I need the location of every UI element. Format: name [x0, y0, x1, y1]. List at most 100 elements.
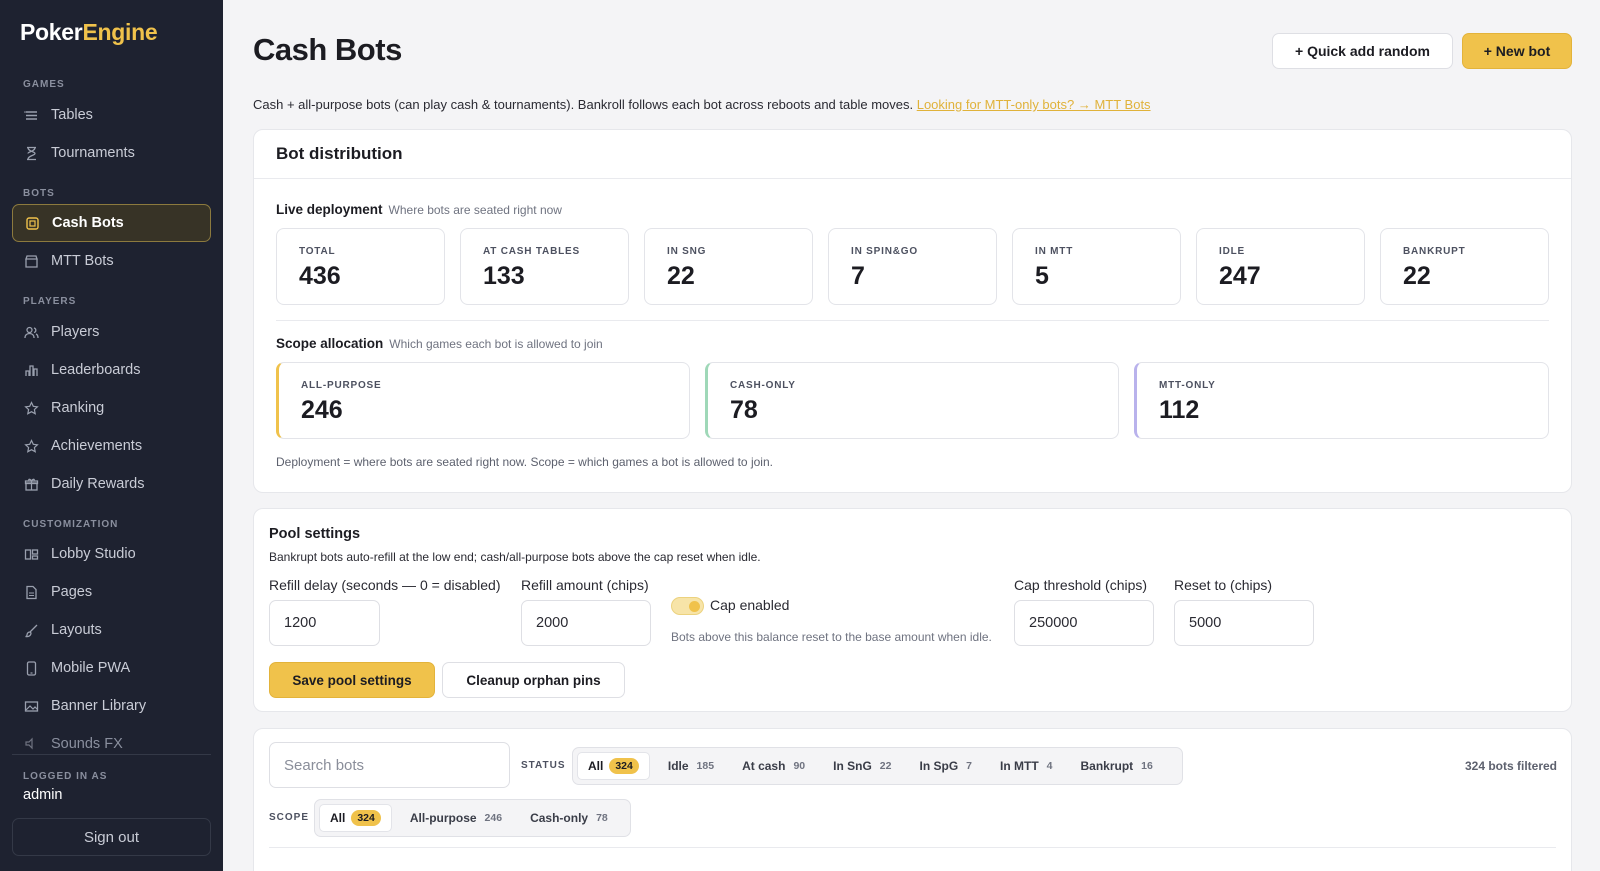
sign-out-button[interactable]: Sign out [12, 818, 211, 856]
cap-hint: Bots above this balance reset to the bas… [671, 630, 992, 644]
stat-value: 22 [1403, 262, 1431, 290]
sidebar-item-label: Ranking [51, 400, 105, 416]
scope-label: CASH-ONLY [730, 380, 796, 391]
reset-to-input[interactable]: 5000 [1174, 600, 1314, 646]
save-pool-settings-button[interactable]: Save pool settings [269, 662, 435, 698]
gift-icon [24, 477, 39, 492]
page-title: Cash Bots [253, 32, 402, 67]
box-icon [24, 254, 39, 269]
sidebar-item-label: MTT Bots [51, 253, 114, 269]
status-filter-in-spg[interactable]: In SpG 7 [909, 752, 982, 780]
sidebar-item-lobby-studio[interactable]: Lobby Studio [12, 535, 211, 573]
stat-value: 7 [851, 262, 865, 290]
new-bot-button[interactable]: + New bot [1462, 33, 1572, 69]
sidebar-item-mtt-bots[interactable]: MTT Bots [12, 242, 211, 280]
intro-description: Cash + all-purpose bots (can play cash &… [253, 97, 914, 112]
status-filter-at-cash[interactable]: At cash 90 [732, 752, 815, 780]
sidebar-item-tournaments[interactable]: Tournaments [12, 134, 211, 172]
logged-in-user: admin [23, 787, 63, 803]
bot-distribution-title: Bot distribution [276, 144, 403, 163]
sidebar: PokerEngine GAMES Tables Tournaments BOT… [0, 0, 223, 871]
quick-add-random-button[interactable]: + Quick add random [1272, 33, 1453, 69]
filter-label: Cash-only [530, 811, 589, 825]
sidebar-item-leaderboards[interactable]: Leaderboards [12, 351, 211, 389]
sound-icon [24, 736, 39, 751]
sidebar-item-label: Banner Library [51, 698, 147, 714]
refill-amount-input[interactable]: 2000 [521, 600, 651, 646]
document-icon [24, 585, 39, 600]
brand-logo[interactable]: PokerEngine [20, 19, 158, 46]
cap-threshold-input[interactable]: 250000 [1014, 600, 1154, 646]
sidebar-item-label: Players [51, 324, 100, 340]
sidebar-item-label: Layouts [51, 622, 102, 638]
status-filter-idle[interactable]: Idle 185 [658, 752, 724, 780]
list-icon [24, 108, 39, 123]
scope-label: ALL-PURPOSE [301, 380, 382, 391]
filter-label: Bankrupt [1080, 759, 1134, 773]
cap-enabled-toggle[interactable] [671, 597, 704, 615]
sidebar-item-players[interactable]: Players [12, 313, 211, 351]
filter-count: 7 [966, 760, 972, 772]
scope-filter-group: All 324 All-purpose 246 Cash-only 78 [314, 799, 631, 837]
chip-icon [25, 216, 40, 231]
star-icon [24, 400, 39, 416]
stat-label: IN MTT [1035, 246, 1074, 257]
refill-amount-label: Refill amount (chips) [521, 577, 649, 593]
status-filter-in-sng[interactable]: In SnG 22 [823, 752, 901, 780]
sidebar-item-achievements[interactable]: Achievements [12, 427, 211, 465]
filter-count: 16 [1141, 760, 1153, 772]
filter-label: All-purpose [409, 811, 477, 825]
mtt-bots-link[interactable]: Looking for MTT-only bots? → MTT Bots [917, 97, 1151, 112]
status-filter-bankrupt[interactable]: Bankrupt 16 [1071, 752, 1163, 780]
card-divider [254, 178, 1571, 179]
refill-delay-input[interactable]: 1200 [269, 600, 380, 646]
sidebar-item-label: Sounds FX [51, 736, 123, 751]
sidebar-item-label: Pages [51, 584, 93, 600]
users-icon [24, 325, 39, 340]
sidebar-item-tables[interactable]: Tables [12, 96, 211, 134]
toggle-knob [689, 601, 700, 612]
sidebar-item-banner-library[interactable]: Banner Library [12, 687, 211, 725]
sidebar-item-sounds-fx[interactable]: Sounds FX [12, 734, 211, 751]
sidebar-item-daily-rewards[interactable]: Daily Rewards [12, 465, 211, 503]
live-deployment-subtitle: Where bots are seated right now [388, 203, 562, 217]
filter-count: 78 [596, 812, 608, 824]
filter-label: All [588, 759, 604, 773]
sidebar-item-cash-bots[interactable]: Cash Bots [12, 204, 211, 242]
search-bots-input[interactable]: Search bots [269, 742, 510, 788]
section-label-players: PLAYERS [23, 296, 77, 307]
sidebar-item-layouts[interactable]: Layouts [12, 611, 211, 649]
phone-icon [24, 660, 39, 676]
sidebar-item-label: Mobile PWA [51, 660, 131, 676]
scope-filter-all-purpose[interactable]: All-purpose 246 [400, 804, 512, 832]
sidebar-item-pages[interactable]: Pages [12, 573, 211, 611]
filter-count: 324 [609, 758, 639, 774]
status-filter-in-mtt[interactable]: In MTT 4 [990, 752, 1063, 780]
stat-at-cash-tables: AT CASH TABLES 133 [460, 228, 629, 305]
section-label-games: GAMES [23, 79, 65, 90]
intro-text: Cash + all-purpose bots (can play cash &… [253, 97, 1151, 112]
stat-label: IN SPIN&GO [851, 246, 918, 257]
stat-in-sng: IN SNG 22 [644, 228, 813, 305]
stat-value: 133 [483, 262, 525, 290]
cleanup-orphan-pins-button[interactable]: Cleanup orphan pins [442, 662, 625, 698]
bar-chart-icon [24, 363, 39, 378]
stat-label: IDLE [1219, 246, 1245, 257]
live-deployment-heading: Live deployment Where bots are seated rig… [276, 202, 562, 217]
filter-label: At cash [742, 759, 786, 773]
sidebar-item-mobile-pwa[interactable]: Mobile PWA [12, 649, 211, 687]
logged-in-label: LOGGED IN AS [23, 771, 108, 782]
scope-all-purpose: ALL-PURPOSE 246 [276, 362, 690, 439]
stat-value: 5 [1035, 262, 1049, 290]
scope-filter-all[interactable]: All 324 [319, 804, 392, 832]
sidebar-item-label: Daily Rewards [51, 476, 145, 492]
scope-filter-cash-only[interactable]: Cash-only 78 [520, 804, 618, 832]
sidebar-divider [12, 754, 211, 755]
sidebar-item-ranking[interactable]: Ranking [12, 389, 211, 427]
scope-allocation-subtitle: Which games each bot is allowed to join [389, 337, 603, 351]
scope-value: 112 [1159, 396, 1200, 424]
stat-value: 22 [667, 262, 695, 290]
stat-label: AT CASH TABLES [483, 246, 580, 257]
status-filter-all[interactable]: All 324 [577, 752, 650, 780]
image-icon [24, 699, 39, 714]
